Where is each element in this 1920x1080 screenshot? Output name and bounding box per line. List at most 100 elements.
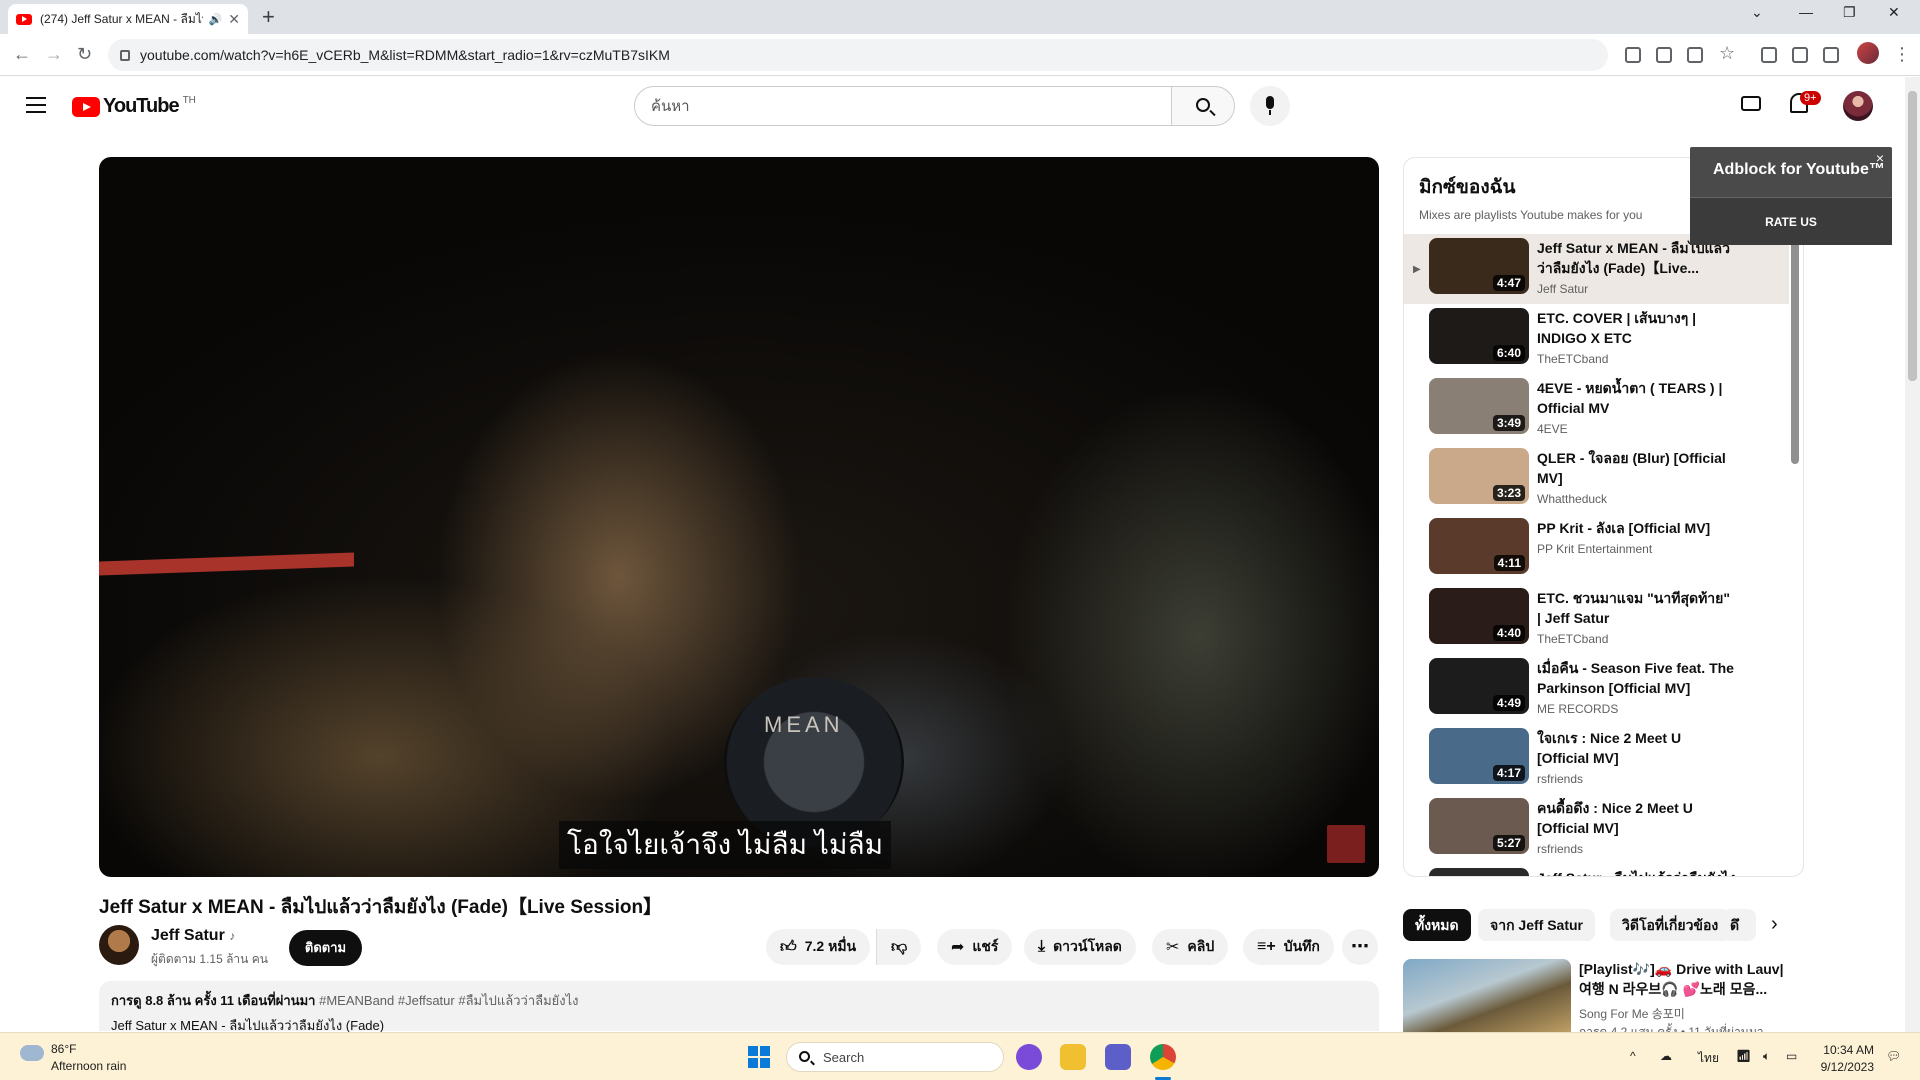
chip-all[interactable]: ทั้งหมด (1403, 909, 1471, 941)
mix-scrollbar[interactable] (1791, 240, 1799, 464)
create-video-icon[interactable] (1741, 96, 1761, 111)
speaker-icon[interactable]: 🔊 (209, 13, 223, 26)
bookmark-star-icon[interactable]: ☆ (1719, 43, 1735, 63)
like-button[interactable]: 👍︎ 7.2 หมื่น (766, 929, 871, 965)
tab-close-icon[interactable]: ✕ (228, 11, 240, 28)
mix-item-thumbnail[interactable]: 6:40 (1429, 308, 1529, 364)
forward-button[interactable]: → (45, 44, 63, 64)
adblock-close-icon[interactable]: × (1876, 150, 1884, 166)
minimize-button[interactable]: — (1799, 4, 1813, 20)
chrome-app-icon[interactable] (1150, 1044, 1176, 1070)
mix-item-thumbnail[interactable]: 3:49 (1429, 378, 1529, 434)
media-control-icon[interactable] (1792, 47, 1808, 63)
subscribe-button[interactable]: ติดตาม (289, 930, 362, 966)
browser-profile-avatar[interactable] (1857, 42, 1879, 64)
mix-item-title[interactable]: 4EVE - หยดน้ำตา ( TEARS ) | Official MV (1537, 378, 1737, 418)
mix-item-thumbnail[interactable]: 4:49 (1429, 658, 1529, 714)
more-actions-button[interactable]: ⋯ (1342, 929, 1378, 965)
recommended-channel[interactable]: Song For Me 송포미 (1579, 1005, 1685, 1022)
weather-rain-icon[interactable] (20, 1045, 44, 1061)
language-indicator[interactable]: ไทย (1698, 1049, 1719, 1068)
reload-button[interactable]: ↻ (77, 44, 92, 64)
recommended-title[interactable]: [Playlist🎶]🚗 Drive with Lauv| 여행 N 라우브🎧 … (1579, 959, 1789, 999)
file-explorer-icon[interactable] (1060, 1044, 1086, 1070)
mix-item-title[interactable]: ETC. ชวนมาแจม "นาทีสุดท้าย" | Jeff Satur (1537, 588, 1737, 628)
maximize-button[interactable]: ❐ (1843, 4, 1856, 21)
mix-item-title[interactable]: เมื่อคืน - Season Five feat. The Parkins… (1537, 658, 1737, 698)
video-player[interactable]: MEAN โอใจไยเจ้าจึง ไม่ลืม ไม่ลืม (99, 157, 1379, 877)
mix-item-title[interactable]: PP Krit - ลังเล [Official MV] (1537, 518, 1737, 538)
tray-chevron-icon[interactable]: ^ (1630, 1049, 1636, 1063)
teams-app-icon[interactable] (1105, 1044, 1131, 1070)
page-scrollbar[interactable] (1905, 77, 1920, 1032)
mix-item-thumbnail[interactable]: 4:40 (1429, 588, 1529, 644)
mix-item[interactable]: 4:49 เมื่อคืน - Season Five feat. The Par… (1404, 654, 1789, 724)
mix-item[interactable]: 3:23 QLER - ใจลอย (Blur) [Official MV] Wha… (1404, 444, 1789, 514)
mix-item-thumbnail[interactable]: 4:47 (1429, 238, 1529, 294)
voice-search-mic-icon[interactable] (1250, 86, 1290, 126)
share-button[interactable]: ➦ แชร์ (937, 929, 1013, 965)
mix-item[interactable]: 3:49 4EVE - หยดน้ำตา ( TEARS ) | Official… (1404, 374, 1789, 444)
mix-item-thumbnail[interactable]: 3:23 (1429, 448, 1529, 504)
mix-item[interactable]: 4:11 PP Krit - ลังเล [Official MV] PP Krit… (1404, 514, 1789, 584)
mix-item-thumbnail[interactable]: 5:27 (1429, 798, 1529, 854)
mix-item-title[interactable]: QLER - ใจลอย (Blur) [Official MV] (1537, 448, 1737, 488)
new-tab-button[interactable]: + (262, 5, 275, 29)
page-scrollbar-thumb[interactable] (1908, 91, 1917, 381)
install-app-icon[interactable] (1625, 47, 1641, 63)
notification-center-icon[interactable]: 💬︎ (1886, 1049, 1901, 1063)
close-window-button[interactable]: ✕ (1888, 4, 1900, 21)
channel-name[interactable]: Jeff Satur ♪ (151, 927, 235, 945)
chip-from-channel[interactable]: จาก Jeff Satur (1478, 909, 1596, 941)
chip-more[interactable]: ดึ (1722, 909, 1756, 941)
clock-date[interactable]: 9/12/2023 (1788, 1060, 1874, 1074)
volume-icon[interactable]: 🔈︎ (1763, 1049, 1770, 1064)
description-box[interactable]: การดู 8.8 ล้าน ครั้ง 11 เดือนที่ผ่านมา #… (99, 981, 1379, 1033)
mix-item-title[interactable]: ใจเกเร : Nice 2 Meet U [Official MV] (1537, 728, 1737, 768)
mix-item-thumbnail[interactable]: 4:17 (1429, 728, 1529, 784)
address-bar[interactable]: youtube.com/watch?v=h6E_vCERb_M&list=RDM… (108, 39, 1608, 71)
search-input[interactable]: ค้นหา (634, 86, 1172, 126)
dislike-button[interactable]: 👎︎ (876, 929, 922, 965)
mix-item[interactable]: 4:40 ETC. ชวนมาแจม "นาทีสุดท้าย" | Jeff S… (1404, 584, 1789, 654)
mix-item-title[interactable]: คนดื้อดึง : Nice 2 Meet U [Official MV] (1537, 798, 1737, 838)
mix-item[interactable]: Jeff Satur - ลืมไปแล้วว่าลืมยังไง (1404, 864, 1789, 876)
windows-start-icon[interactable] (748, 1046, 770, 1068)
onedrive-icon[interactable]: ☁ (1660, 1049, 1672, 1063)
mix-item-thumbnail[interactable] (1429, 868, 1529, 876)
mix-item-duration: 3:23 (1492, 485, 1525, 501)
save-button[interactable]: ≡+ บันทึก (1243, 929, 1334, 965)
download-button[interactable]: ⤓ ดาวน์โหลด (1024, 929, 1136, 965)
account-avatar[interactable] (1843, 91, 1873, 121)
translate-icon[interactable] (1656, 47, 1672, 63)
tab-search-chevron-icon[interactable]: ⌄ (1751, 4, 1763, 21)
wifi-icon[interactable]: 📶︎ (1736, 1049, 1751, 1063)
menu-hamburger-icon[interactable] (26, 97, 46, 113)
taskbar-search[interactable]: Search (786, 1042, 1004, 1072)
recommended-thumbnail[interactable] (1403, 959, 1571, 1039)
side-panel-icon[interactable] (1823, 47, 1839, 63)
youtube-logo[interactable]: YouTube TH (72, 95, 196, 118)
mix-item-channel: Whattheduck (1537, 492, 1608, 506)
github-app-icon[interactable] (1016, 1044, 1042, 1070)
extensions-icon[interactable] (1761, 47, 1777, 63)
hashtags[interactable]: #MEANBand #Jeffsatur #ลืมไปแล้วว่าลืมยัง… (319, 993, 578, 1008)
mix-item-thumbnail[interactable]: 4:11 (1429, 518, 1529, 574)
mix-item[interactable]: 5:27 คนดื้อดึง : Nice 2 Meet U [Official … (1404, 794, 1789, 864)
chip-related[interactable]: วิดีโอที่เกี่ยวข้อง (1610, 909, 1731, 941)
chevron-right-icon[interactable]: › (1771, 913, 1778, 936)
search-button[interactable] (1171, 86, 1235, 126)
browser-menu-icon[interactable]: ⋮ (1893, 44, 1911, 64)
mix-item[interactable]: 6:40 ETC. COVER | เส้นบางๆ | INDIGO X ETC… (1404, 304, 1789, 374)
share-icon[interactable] (1687, 47, 1703, 63)
back-button[interactable]: ← (13, 44, 31, 64)
rate-us-button[interactable]: RATE US (1690, 197, 1892, 245)
clock-time[interactable]: 10:34 AM (1788, 1043, 1874, 1057)
channel-avatar[interactable] (99, 925, 139, 965)
mix-item-title[interactable]: ETC. COVER | เส้นบางๆ | INDIGO X ETC (1537, 308, 1737, 348)
mix-item[interactable]: 4:17 ใจเกเร : Nice 2 Meet U [Official MV]… (1404, 724, 1789, 794)
mix-item-title[interactable]: Jeff Satur - ลืมไปแล้วว่าลืมยังไง (1537, 868, 1737, 876)
channel-watermark-icon[interactable] (1327, 825, 1365, 863)
browser-tab[interactable]: (274) Jeff Satur x MEAN - ลืมไปแล้วว่าลื… (8, 4, 248, 34)
clip-button[interactable]: ✂ คลิป (1152, 929, 1229, 965)
